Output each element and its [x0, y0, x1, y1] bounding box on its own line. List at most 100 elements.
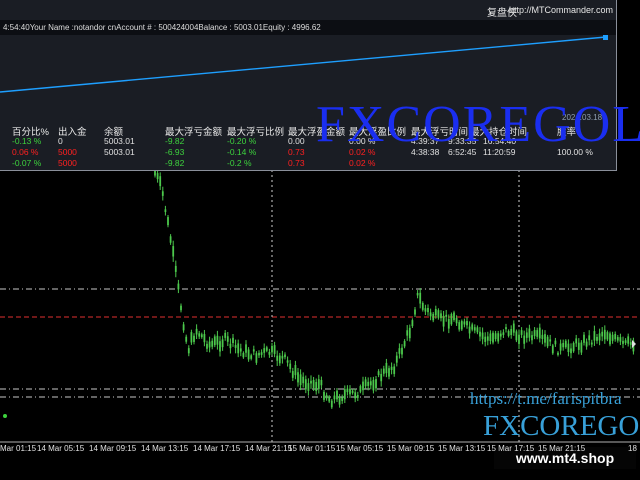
candle-body: [237, 343, 240, 354]
time-axis-label: 14 Mar 05:15: [37, 444, 85, 453]
candle-body: [486, 336, 489, 341]
stats-cell: 5000: [58, 147, 77, 157]
candle-body: [572, 342, 575, 352]
candle-body: [315, 382, 318, 392]
time-axis-label: 15 Mar 17:15: [487, 444, 535, 453]
stats-cell: -0.20 %: [227, 136, 257, 146]
candle-body: [164, 209, 167, 213]
candle-body: [518, 334, 520, 344]
candle-body: [603, 329, 606, 340]
candle-body: [367, 381, 370, 386]
candle-body: [447, 318, 450, 329]
candle-body: [310, 380, 312, 384]
candle-body: [258, 352, 260, 356]
candle-body: [349, 388, 351, 395]
candle-body: [398, 348, 401, 354]
candle-body: [512, 323, 515, 333]
candle-body: [187, 348, 190, 354]
candle-body: [411, 320, 414, 327]
candle-body: [333, 395, 336, 400]
candle-body: [395, 355, 398, 363]
equity-line: [0, 36, 607, 93]
candle-body: [323, 391, 325, 400]
candle-body: [577, 342, 580, 350]
candle-body: [213, 336, 216, 346]
stats-cell: -9.82: [165, 136, 185, 146]
candle-body: [229, 343, 232, 349]
candle-body: [611, 334, 614, 341]
candle-body: [437, 310, 440, 318]
candle-body: [473, 327, 476, 331]
candle-body: [341, 397, 344, 402]
stats-cell: 5003.01: [104, 147, 135, 157]
candle-body: [536, 330, 539, 337]
candle-body: [325, 394, 328, 399]
candle-body: [450, 314, 453, 325]
candle-body: [466, 321, 468, 326]
candle-body: [343, 389, 346, 400]
candle-body: [481, 332, 484, 340]
candle-body: [286, 360, 289, 363]
stats-cell: 0: [58, 136, 63, 146]
stats-cell: -6.93: [165, 147, 185, 157]
candle-body: [453, 312, 455, 321]
time-axis-label: 15 Mar 05:15: [336, 444, 384, 453]
candle-body: [445, 314, 448, 317]
candle-body: [385, 362, 388, 374]
candle-body: [289, 363, 292, 370]
candle-body: [356, 394, 359, 398]
candle-body: [510, 329, 513, 336]
time-axis-label: 18: [628, 444, 637, 453]
stats-cell: -0.2 %: [227, 158, 252, 168]
candle-body: [291, 371, 294, 378]
stats-cell: -0.13 %: [12, 136, 42, 146]
candle-body: [408, 327, 411, 339]
stats-cell: -0.07 %: [12, 158, 42, 168]
candle-body: [583, 334, 585, 343]
candle-body: [388, 368, 390, 377]
candle-body: [502, 332, 505, 335]
stats-cell: 0.00: [288, 136, 305, 146]
candle-body: [492, 332, 494, 343]
candle-body: [362, 381, 364, 391]
candle-body: [403, 340, 406, 347]
candle-body: [499, 333, 502, 337]
candle-body: [554, 340, 557, 345]
candle-body: [216, 335, 219, 345]
candle-body: [476, 327, 479, 333]
equity-endpoint-marker: [603, 35, 608, 40]
candle-body: [294, 365, 297, 376]
candle-body: [551, 345, 554, 354]
brand-url-link[interactable]: http://MTCommander.com: [509, 5, 613, 15]
candle-body: [265, 347, 268, 351]
candle-body: [538, 327, 541, 339]
candle-body: [614, 333, 617, 340]
candle-body: [427, 307, 429, 313]
candle-body: [377, 371, 380, 376]
candle-body: [489, 333, 492, 342]
candle-body: [268, 351, 271, 355]
position-marker-icon: [3, 414, 7, 418]
candle-body: [557, 352, 559, 355]
candle-body: [520, 330, 523, 335]
candle-body: [619, 337, 622, 342]
candle-body: [419, 292, 422, 304]
candle-body: [382, 368, 385, 374]
candle-body: [284, 354, 286, 358]
candle-body: [281, 355, 284, 359]
candle-body: [515, 331, 518, 341]
candle-body: [390, 366, 393, 370]
candle-body: [455, 317, 458, 324]
candle-body: [567, 343, 570, 353]
candle-body: [271, 346, 273, 353]
candle-body: [468, 326, 471, 334]
time-axis-label: 14 Mar 21:15: [245, 444, 293, 453]
candle-body: [161, 191, 164, 196]
candle-body: [299, 374, 302, 386]
candle-body: [328, 396, 331, 402]
candle-body: [629, 342, 632, 345]
candle-body: [505, 327, 507, 330]
candle-body: [375, 379, 377, 389]
candle-body: [401, 347, 403, 355]
candle-body: [206, 343, 208, 349]
